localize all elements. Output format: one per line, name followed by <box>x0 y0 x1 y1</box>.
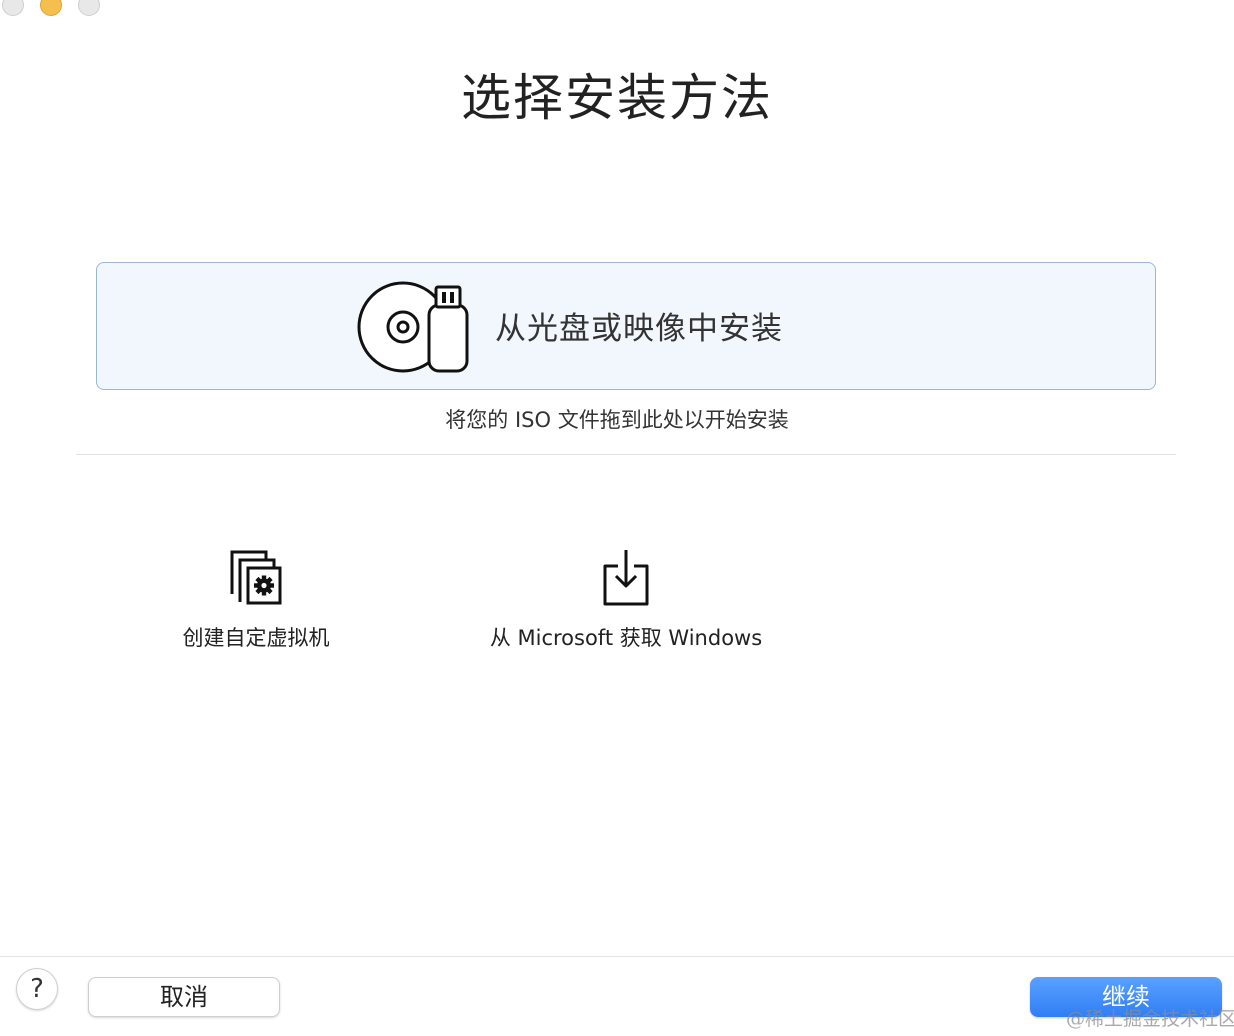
cancel-button[interactable]: 取消 <box>88 977 280 1017</box>
create-custom-vm-label: 创建自定虚拟机 <box>182 626 330 650</box>
help-button[interactable]: ? <box>16 968 58 1010</box>
minimize-button[interactable] <box>40 0 62 16</box>
create-custom-vm-option[interactable]: 创建自定虚拟机 <box>156 548 356 652</box>
zoom-button[interactable] <box>78 0 100 16</box>
install-from-disc-label: 从光盘或映像中安装 <box>495 311 783 347</box>
section-divider <box>76 454 1176 455</box>
watermark: @稀土掘金技术社区 <box>1066 1008 1234 1030</box>
get-windows-option[interactable]: 从 Microsoft 获取 Windows <box>466 548 786 652</box>
install-from-disc-option[interactable]: 从光盘或映像中安装 <box>96 262 1156 390</box>
page-title: 选择安装方法 <box>461 69 773 127</box>
window-controls <box>2 0 100 16</box>
iso-drop-hint: 将您的 ISO 文件拖到此处以开始安装 <box>445 408 789 432</box>
get-windows-label: 从 Microsoft 获取 Windows <box>489 626 763 650</box>
footer-divider <box>0 956 1234 957</box>
disc-usb-icon <box>357 281 469 373</box>
download-tray-icon <box>603 550 649 606</box>
close-button[interactable] <box>2 0 24 16</box>
custom-vm-gear-icon <box>230 550 282 605</box>
